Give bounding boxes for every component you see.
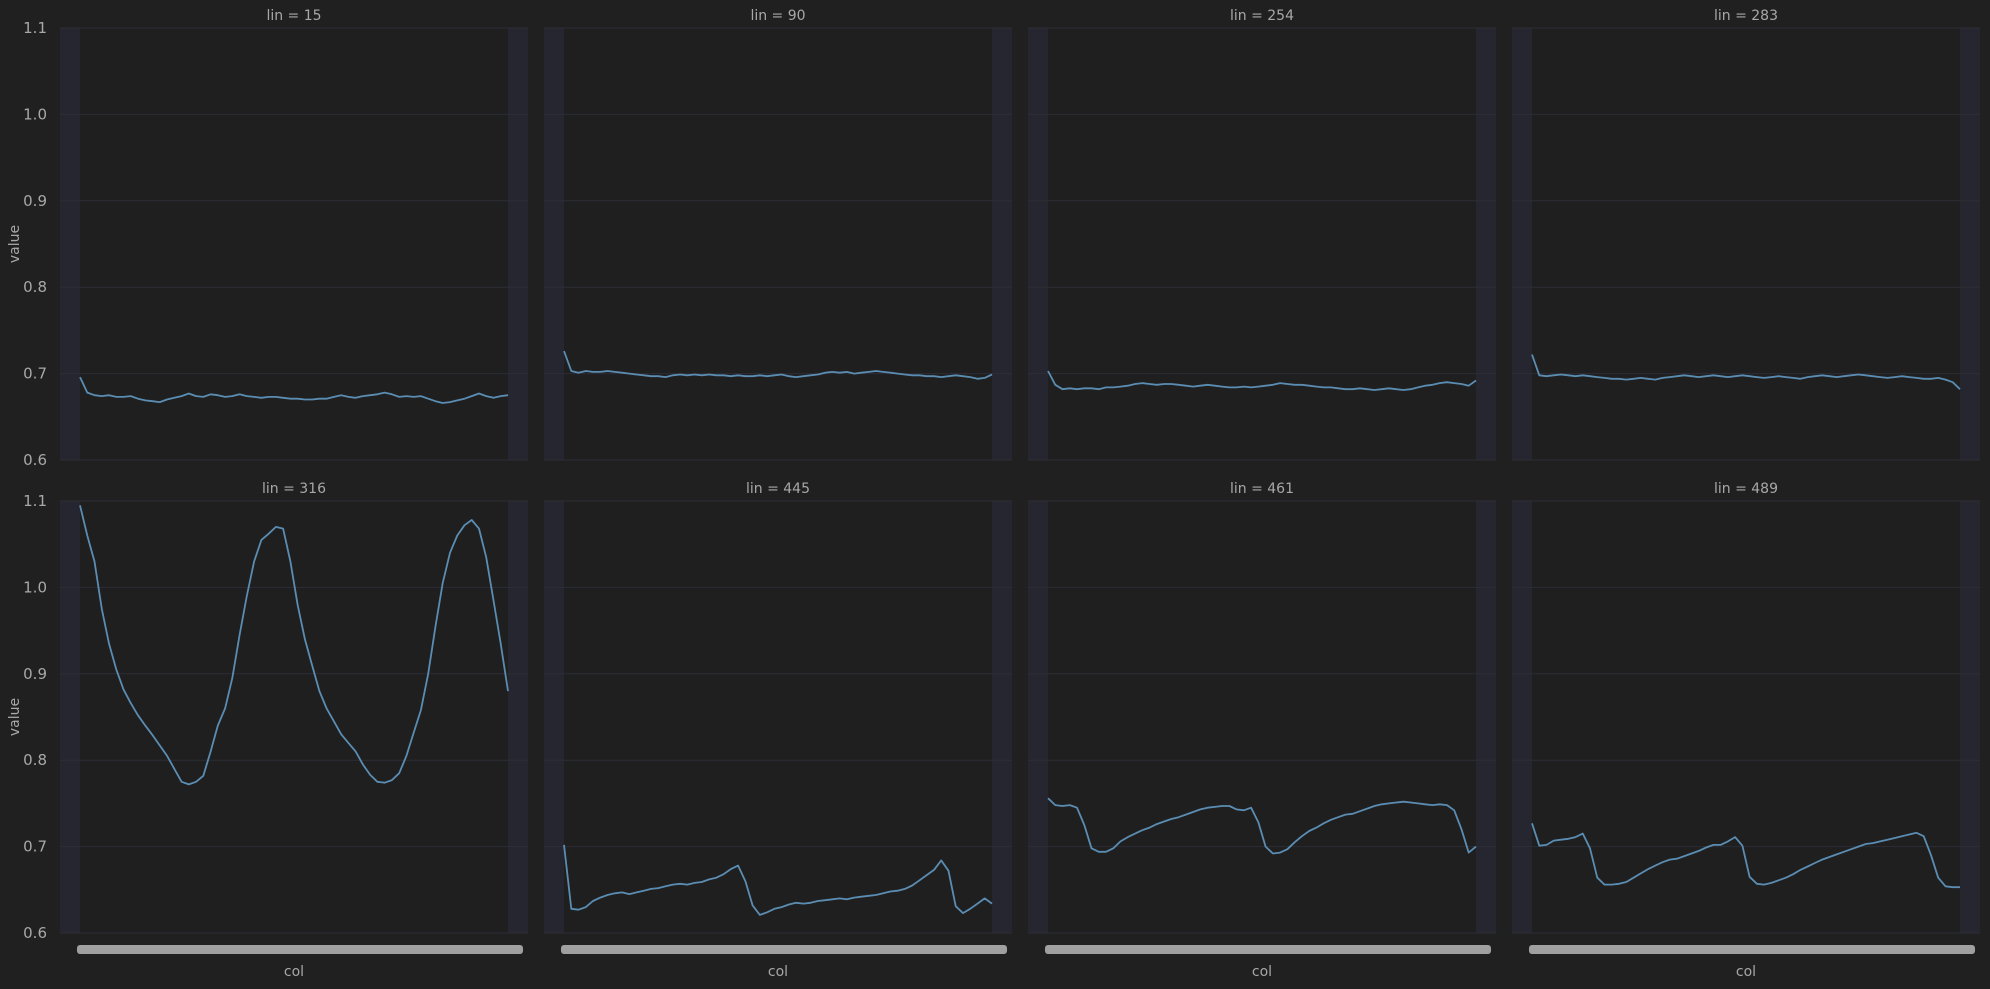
x-axis-label: col	[284, 964, 304, 980]
x-axis-label: col	[1252, 964, 1272, 980]
panel-background	[1028, 28, 1496, 460]
x-axis-label: col	[768, 964, 788, 980]
panel-background	[1512, 501, 1980, 933]
panel-right-band	[1476, 501, 1496, 933]
y-tick-label: 1.1	[23, 492, 47, 510]
facet-title: lin = 316	[262, 481, 326, 497]
y-tick-label: 0.7	[23, 365, 47, 383]
facet-line-chart: lin = 15 0.6 0.7 0.8 0.9 1.0 1.1 value lin = 90 l…	[7, 8, 1980, 980]
panel-background	[1028, 501, 1496, 933]
panel-background	[544, 501, 1012, 933]
panel-left-band	[544, 501, 564, 933]
y-tick-label: 0.9	[23, 665, 47, 683]
x-tick-labels-overlapped	[77, 945, 523, 954]
panel-right-band	[508, 28, 528, 460]
facet-panel: lin = 90	[544, 8, 1012, 461]
facet-panel: lin = 316	[60, 481, 528, 934]
facet-panel: lin = 15	[60, 8, 528, 461]
facet-panel: lin = 445	[544, 481, 1012, 934]
panel-left-band	[60, 501, 80, 933]
panel-right-band	[992, 28, 1012, 460]
x-tick-labels-overlapped	[1045, 945, 1491, 954]
panel-left-band	[544, 28, 564, 460]
y-tick-label: 0.6	[23, 924, 47, 942]
x-tick-labels-overlapped	[1529, 945, 1975, 954]
facet-title: lin = 90	[750, 8, 805, 24]
panel-right-band	[1960, 28, 1980, 460]
facet-title: lin = 254	[1230, 8, 1294, 24]
panel-right-band	[992, 501, 1012, 933]
facet-panel: lin = 489	[1512, 481, 1980, 934]
facet-title: lin = 489	[1714, 481, 1778, 497]
y-tick-label: 1.1	[23, 19, 47, 37]
facet-title: lin = 445	[746, 481, 810, 497]
y-tick-label: 0.8	[23, 278, 47, 296]
panel-left-band	[1028, 501, 1048, 933]
y-tick-label: 0.6	[23, 451, 47, 469]
facet-title: lin = 15	[266, 8, 321, 24]
x-axis-label: col	[1736, 964, 1756, 980]
facet-panel: lin = 283	[1512, 8, 1980, 461]
panel-left-band	[1512, 28, 1532, 460]
y-axis-label: value	[7, 698, 23, 736]
panel-background	[544, 28, 1012, 460]
panel-background	[60, 501, 528, 933]
panel-left-band	[60, 28, 80, 460]
facet-title: lin = 283	[1714, 8, 1778, 24]
panel-right-band	[1476, 28, 1496, 460]
panel-left-band	[1512, 501, 1532, 933]
y-tick-label: 1.0	[23, 105, 47, 123]
facet-panel: lin = 254	[1028, 8, 1496, 461]
y-axis-label: value	[7, 225, 23, 263]
y-tick-label: 0.7	[23, 838, 47, 856]
y-tick-label: 0.9	[23, 192, 47, 210]
panel-right-band	[1960, 501, 1980, 933]
panel-right-band	[508, 501, 528, 933]
y-tick-label: 1.0	[23, 578, 47, 596]
y-tick-label: 0.8	[23, 751, 47, 769]
panel-background	[60, 28, 528, 460]
panel-left-band	[1028, 28, 1048, 460]
panel-background	[1512, 28, 1980, 460]
x-tick-labels-overlapped	[561, 945, 1007, 954]
facet-title: lin = 461	[1230, 481, 1294, 497]
facet-panel: lin = 461	[1028, 481, 1496, 934]
